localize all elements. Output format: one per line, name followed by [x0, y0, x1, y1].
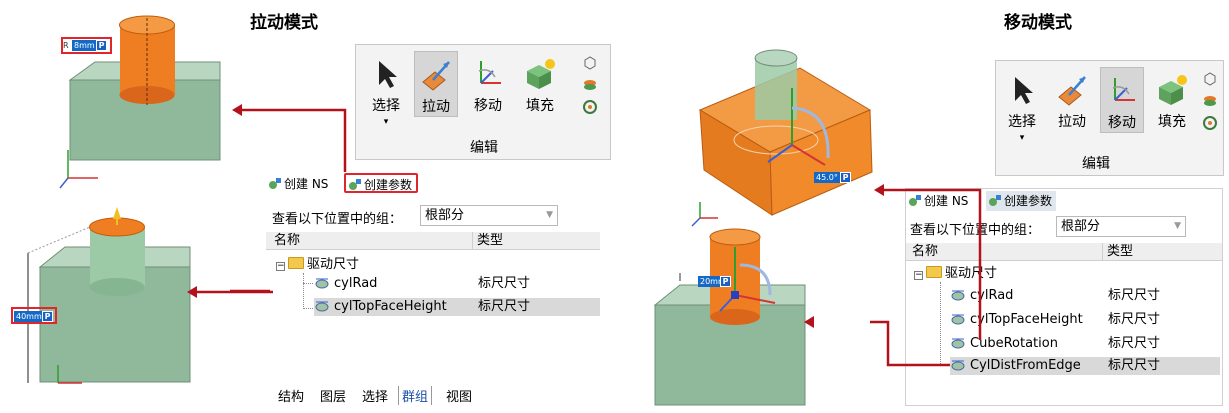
move-icon: [478, 61, 501, 84]
radius-highlight-frame: [61, 37, 112, 54]
pull-icon: [422, 61, 450, 91]
move-button[interactable]: 移动: [1100, 67, 1144, 133]
title-move-mode: 移动模式: [1004, 13, 1072, 33]
create-parameter-icon: [349, 179, 361, 190]
shell-icon[interactable]: [582, 55, 598, 71]
fill-button[interactable]: 填充: [1150, 67, 1194, 133]
tab-create-parameter[interactable]: 创建参数: [344, 173, 419, 193]
group-location-select[interactable]: 根部分 ▼: [1056, 216, 1186, 237]
select-button[interactable]: 选择 ▾: [1000, 67, 1044, 149]
pull-icon: [1058, 76, 1086, 106]
left-lower-arrow: [187, 286, 273, 298]
chevron-down-icon: ▼: [1174, 221, 1181, 231]
blend-icon[interactable]: [1202, 115, 1218, 131]
height-highlight-frame: [11, 307, 57, 324]
select-button[interactable]: 选择 ▾: [364, 51, 408, 133]
title-pull-mode: 拉动模式: [250, 13, 318, 33]
fill-button-label: 填充: [1158, 114, 1186, 130]
offset-icon[interactable]: [1202, 93, 1218, 109]
tree-row-cyldistfromedge[interactable]: CylDistFromEdge 标尺尺寸: [950, 357, 1220, 375]
cursor-arrow-icon: [379, 61, 397, 88]
edit-group-label: 编辑: [470, 140, 498, 156]
tab-create-parameter-label: 创建参数: [364, 178, 413, 192]
row-type: 标尺尺寸: [1108, 336, 1161, 351]
row-type: 标尺尺寸: [478, 299, 531, 314]
group-location-value: 根部分: [425, 208, 465, 223]
group-location-select[interactable]: 根部分 ▼: [420, 205, 558, 226]
move-button[interactable]: 移动: [466, 51, 510, 117]
tab-groups[interactable]: 群组: [398, 386, 433, 405]
shell-icon[interactable]: [1202, 71, 1218, 87]
fill-button-label: 填充: [526, 98, 554, 114]
tab-create-parameter-label: 创建参数: [1004, 194, 1053, 208]
tree-row-cyltopfaceheight[interactable]: cylTopFaceHeight 标尺尺寸: [950, 311, 1220, 329]
tree-row-cyltopfaceheight[interactable]: cylTopFaceHeight 标尺尺寸: [314, 298, 600, 316]
pull-button[interactable]: 拉动: [414, 51, 458, 117]
edit-group-label: 编辑: [1082, 156, 1110, 172]
tab-structure[interactable]: 结构: [278, 386, 304, 405]
move-button-label: 移动: [474, 98, 502, 114]
select-dropdown-arrow[interactable]: ▾: [1000, 133, 1044, 143]
angle-value-label[interactable]: 45.0°: [814, 172, 840, 183]
right-callout-arrows: [870, 184, 982, 367]
pull-button[interactable]: 拉动: [1050, 67, 1094, 133]
create-parameter-icon: [989, 195, 1001, 206]
pull-button-label: 拉动: [1058, 114, 1086, 130]
row-type: 标尺尺寸: [1108, 288, 1161, 303]
viewport-pull-height[interactable]: [0, 205, 240, 395]
select-dropdown-arrow[interactable]: ▾: [364, 117, 408, 127]
row-name: cylTopFaceHeight: [334, 299, 447, 314]
tab-views[interactable]: 视图: [446, 386, 472, 405]
ribbon-edit-group-right: 选择 ▾ 拉动 移动 填充 编辑: [995, 60, 1224, 176]
group-location-value: 根部分: [1061, 219, 1101, 234]
column-type-header[interactable]: 类型: [1102, 243, 1133, 261]
select-button-label: 选择: [1008, 114, 1036, 130]
tree-row-cuberotation[interactable]: CubeRotation 标尺尺寸: [950, 335, 1220, 353]
fill-icon: [1159, 75, 1187, 105]
tab-layers[interactable]: 图层: [320, 386, 346, 405]
row-type: 标尺尺寸: [1108, 358, 1161, 373]
chevron-down-icon: ▼: [546, 210, 553, 220]
cursor-arrow-icon: [1015, 77, 1033, 104]
fill-button[interactable]: 填充: [518, 51, 562, 117]
blend-icon[interactable]: [582, 99, 598, 115]
ribbon-edit-group-left: 选择 ▾ 拉动 移动 填充 编辑: [355, 44, 611, 160]
fill-icon: [527, 59, 555, 89]
right-lower-arrowhead: [804, 316, 814, 328]
distance-param-marker[interactable]: P: [720, 276, 731, 287]
tab-selection[interactable]: 选择: [362, 386, 388, 405]
tree-row-cylrad[interactable]: cylRad 标尺尺寸: [950, 287, 1220, 305]
move-button-label: 移动: [1108, 115, 1136, 131]
tree-row-cylrad[interactable]: cylRad 标尺尺寸: [314, 275, 604, 293]
row-type: 标尺尺寸: [478, 276, 531, 291]
tab-create-parameter[interactable]: 创建参数: [986, 191, 1057, 211]
pull-button-label: 拉动: [422, 99, 450, 115]
move-icon: [1112, 78, 1135, 101]
offset-icon[interactable]: [582, 77, 598, 93]
row-type: 标尺尺寸: [1108, 312, 1161, 327]
select-button-label: 选择: [372, 98, 400, 114]
angle-param-marker[interactable]: P: [840, 172, 851, 183]
column-type-header[interactable]: 类型: [472, 232, 503, 250]
left-callout-arrows: [230, 104, 347, 293]
